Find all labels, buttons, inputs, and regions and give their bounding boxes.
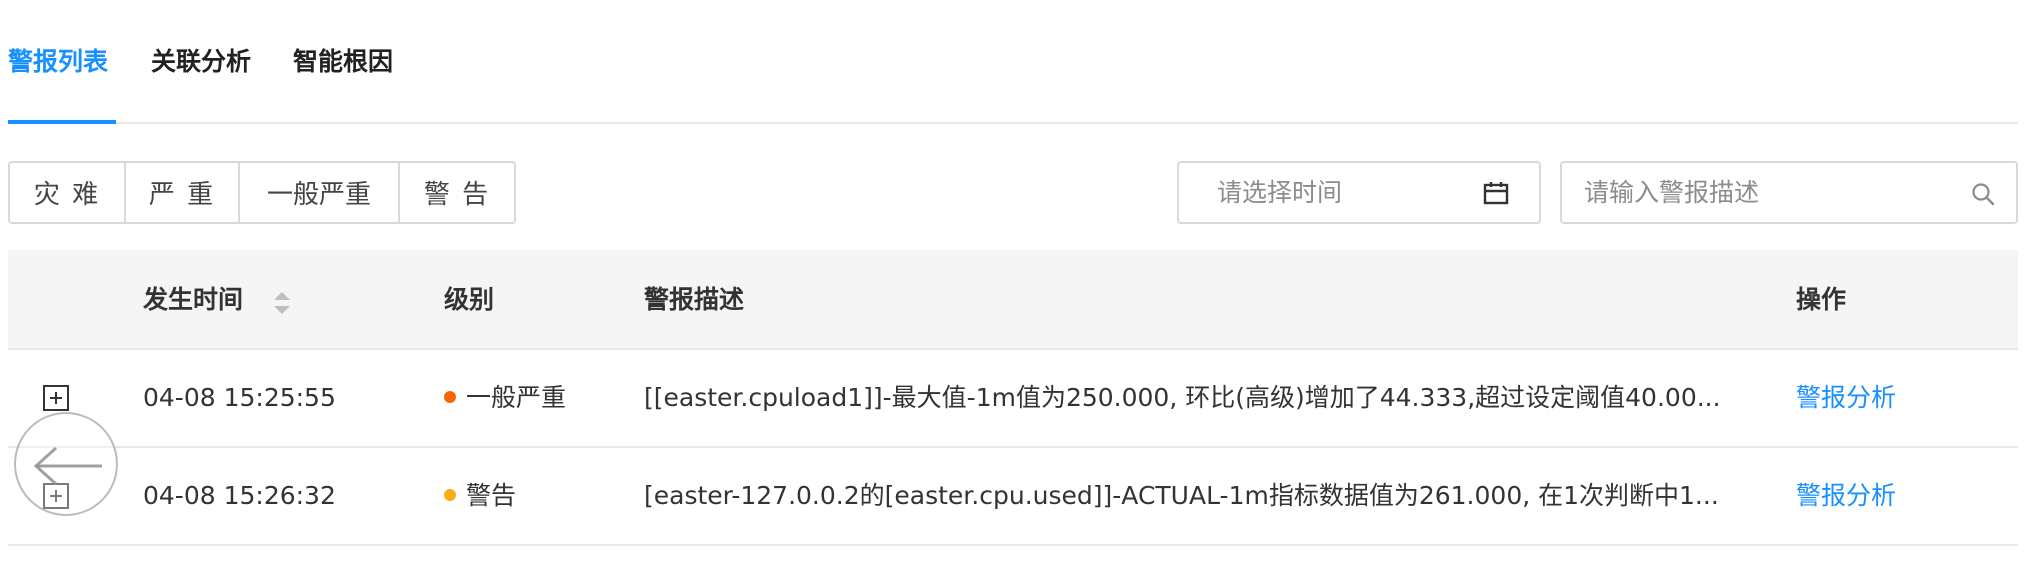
level-filter-group: 灾 难 严 重 一般严重 警 告 (8, 161, 516, 224)
table-row: 04-08 15:25:55 一般严重 [[easter.cpuload1]]-… (8, 350, 2018, 448)
alert-page: 警报列表 关联分析 智能根因 灾 难 严 重 一般严重 警 告 发生时间 (0, 0, 2028, 568)
alert-time: 04-08 15:26:32 (143, 481, 336, 510)
sort-icon[interactable] (272, 288, 292, 318)
active-tab-indicator (8, 120, 116, 124)
column-header-description: 警报描述 (644, 285, 745, 314)
date-input[interactable] (1217, 163, 1467, 222)
tab-smart-root-cause[interactable]: 智能根因 (293, 46, 393, 78)
column-header-time[interactable]: 发生时间 (143, 250, 243, 350)
table-header: 发生时间 级别 警报描述 操作 (8, 250, 2018, 350)
level-filter-warning-button[interactable]: 警 告 (400, 163, 514, 222)
calendar-icon[interactable] (1483, 180, 1509, 206)
level-dot-icon (444, 489, 456, 501)
alert-level: 一般严重 (444, 350, 566, 446)
back-arrow-icon (33, 446, 102, 486)
search-icon[interactable] (1970, 181, 1996, 207)
column-header-level: 级别 (444, 285, 495, 314)
tab-correlation-analysis[interactable]: 关联分析 (151, 46, 251, 78)
alert-description: [[easter.cpuload1]]-最大值-1m值为250.000, 环比(… (644, 383, 1721, 412)
expand-row-icon[interactable] (42, 384, 70, 412)
tab-bar: 警报列表 关联分析 智能根因 (8, 0, 2018, 124)
level-filter-severe-button[interactable]: 严 重 (126, 163, 240, 222)
tab-alert-list[interactable]: 警报列表 (8, 46, 108, 78)
date-picker[interactable] (1177, 161, 1541, 224)
alert-level-label: 一般严重 (466, 383, 567, 412)
level-dot-icon (444, 391, 456, 403)
alert-analysis-link[interactable]: 警报分析 (1796, 448, 1896, 544)
alert-description-cell: [easter-127.0.0.2的[easter.cpu.used]]-ACT… (644, 448, 1724, 544)
alert-search-input[interactable] (1584, 163, 1944, 222)
alert-analysis-link[interactable]: 警报分析 (1796, 350, 1896, 446)
alert-time: 04-08 15:25:55 (143, 383, 336, 412)
level-filter-moderate-button[interactable]: 一般严重 (240, 163, 400, 222)
level-filter-disaster-button[interactable]: 灾 难 (10, 163, 126, 222)
alert-search-box[interactable] (1560, 161, 2018, 224)
alert-description-cell: [[easter.cpuload1]]-最大值-1m值为250.000, 环比(… (644, 350, 1724, 446)
alert-table: 发生时间 级别 警报描述 操作 04-08 15:25:55 一般严重 [[ea… (8, 250, 2018, 546)
back-button[interactable] (14, 412, 118, 516)
column-header-action: 操作 (1796, 285, 1847, 314)
alert-description: [easter-127.0.0.2的[easter.cpu.used]]-ACT… (644, 481, 1719, 510)
alert-level-label: 警告 (466, 481, 517, 510)
alert-level: 警告 (444, 448, 516, 544)
table-row: 04-08 15:26:32 警告 [easter-127.0.0.2的[eas… (8, 448, 2018, 546)
